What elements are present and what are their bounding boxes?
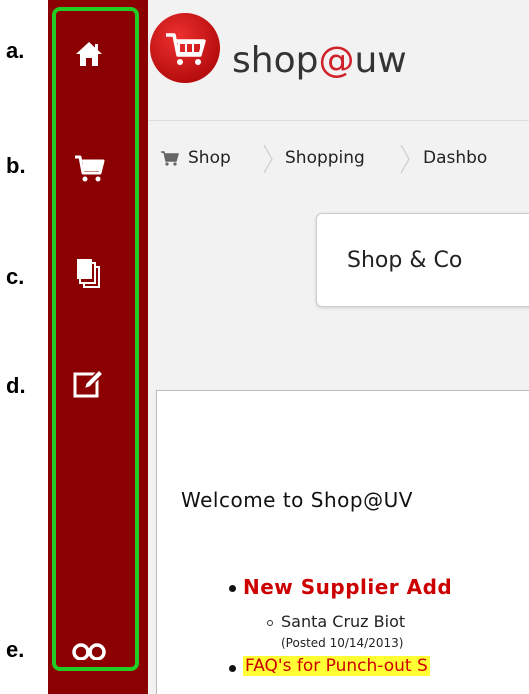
annotation-e: e. [6,637,25,662]
list-bullet [229,665,236,672]
breadcrumb-shopping[interactable]: Shopping [285,148,365,168]
welcome-heading: Welcome to Shop@UV [181,488,413,512]
posted-date: (Posted 10/14/2013) [281,636,404,650]
list-bullet [229,585,236,592]
sidebar-item-search[interactable] [67,628,111,672]
main-app: shop@uw Shop Shopping Dashbo Shop & Co W… [148,0,529,694]
sidebar-item-home[interactable] [67,32,111,76]
content-panel: Welcome to Shop@UV New Supplier Add Sant… [156,390,529,694]
shopping-cart-logo-icon [150,13,220,83]
news-sub-item[interactable]: Santa Cruz Biot [281,612,405,631]
sidebar-item-edit[interactable] [67,362,111,406]
home-icon [76,42,102,66]
card-title: Shop & Co [347,248,463,273]
sidebar-item-documents[interactable] [67,252,111,296]
sidebar-item-shop[interactable] [67,146,111,190]
annotation-c: c. [6,264,25,289]
sidebar-highlight [52,7,139,671]
breadcrumb-shop[interactable]: Shop [188,148,231,168]
breadcrumb-separator [263,144,273,174]
breadcrumb: Shop Shopping Dashbo [148,140,529,180]
edit-icon [73,368,105,398]
cart-icon [75,155,105,182]
annotation-d: d. [6,373,26,398]
binoculars-icon [72,643,106,660]
news-link-faq[interactable]: FAQ's for Punch-out S [243,656,430,676]
cart-icon [161,151,179,166]
breadcrumb-dashboard[interactable]: Dashbo [423,148,487,168]
news-link-new-supplier[interactable]: New Supplier Add [243,575,452,599]
annotation-b: b. [6,153,26,178]
list-subbullet [267,620,273,626]
documents-icon [77,259,100,288]
brand-logo: shop@uw [232,40,407,81]
shop-connect-card[interactable]: Shop & Co [316,213,529,307]
breadcrumb-separator [400,144,410,174]
header-divider [148,120,529,121]
annotation-a: a. [6,38,25,63]
